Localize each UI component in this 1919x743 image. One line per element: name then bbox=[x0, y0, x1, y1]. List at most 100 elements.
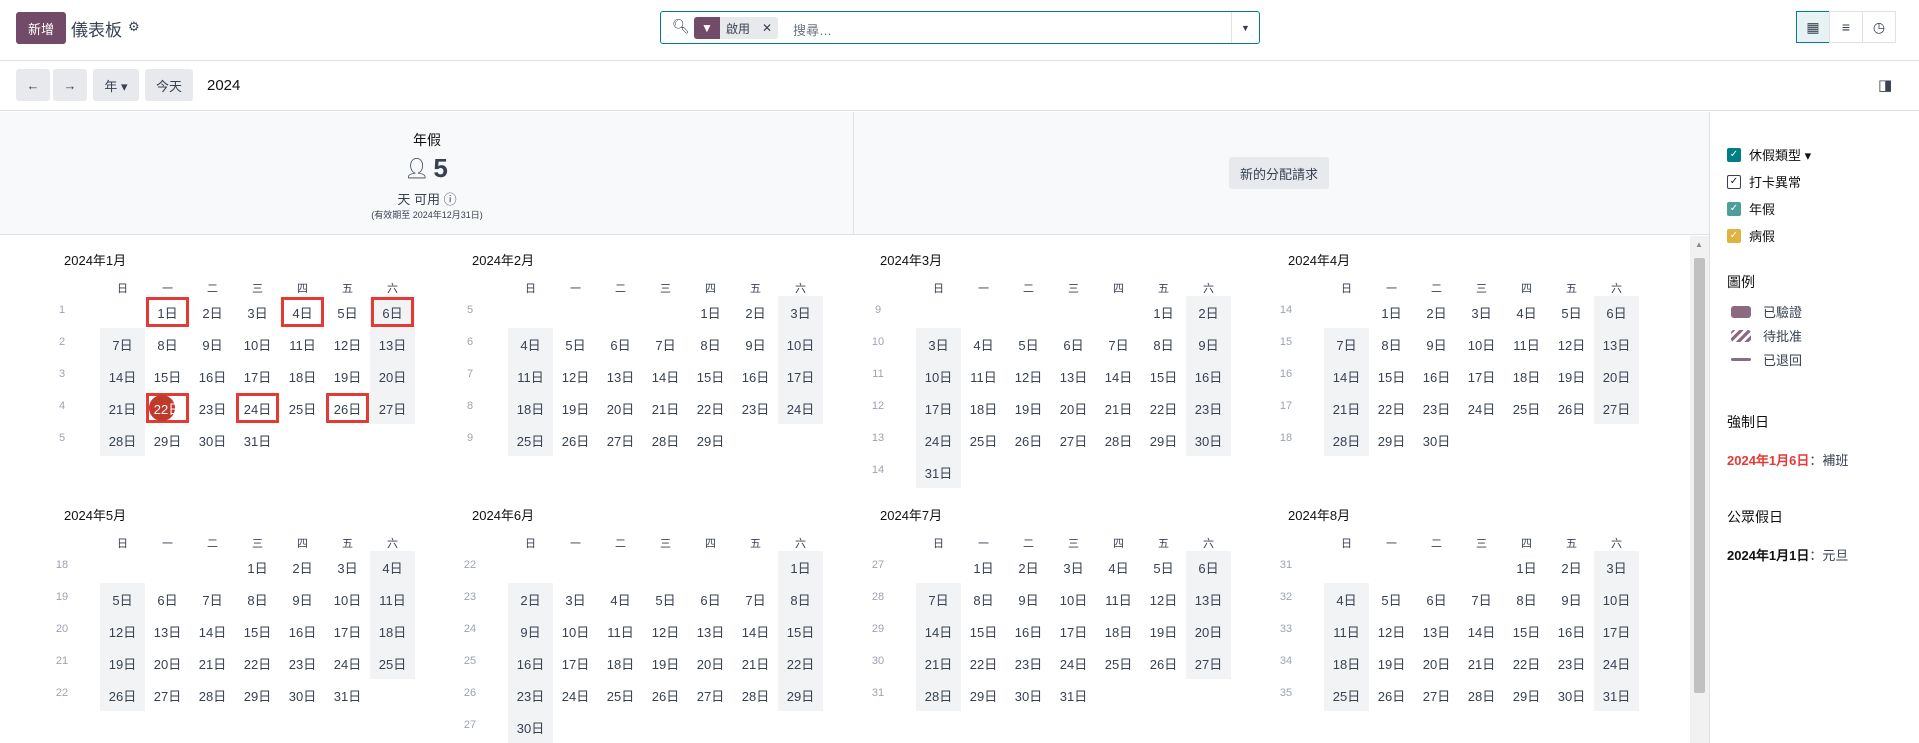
calendar-day[interactable]: 28日 bbox=[1324, 424, 1369, 456]
calendar-day[interactable]: 12日 bbox=[643, 615, 688, 647]
calendar-day[interactable]: 15日 bbox=[1141, 360, 1186, 392]
scroll-up-icon[interactable]: ▲ bbox=[1695, 240, 1703, 249]
calendar-day[interactable]: 8日 bbox=[688, 328, 733, 360]
calendar-day[interactable]: 13日 bbox=[1594, 328, 1639, 360]
calendar-day[interactable]: 22日 bbox=[1369, 392, 1414, 424]
calendar-day[interactable]: 10日 bbox=[778, 328, 823, 360]
search-facet[interactable]: ▼ 啟用 ✕ bbox=[694, 17, 779, 39]
calendar-day[interactable]: 11日 bbox=[1096, 583, 1141, 615]
calendar-day[interactable]: 31日 bbox=[916, 456, 961, 488]
calendar-day[interactable]: 28日 bbox=[916, 679, 961, 711]
calendar-day[interactable]: 29日 bbox=[688, 424, 733, 456]
calendar-day[interactable]: 21日 bbox=[100, 392, 145, 424]
calendar-day[interactable]: 2日 bbox=[1549, 551, 1594, 583]
calendar-day[interactable]: 12日 bbox=[1006, 360, 1051, 392]
calendar-day[interactable]: 6日 bbox=[1186, 551, 1231, 583]
calendar-day[interactable]: 15日 bbox=[1504, 615, 1549, 647]
calendar-day[interactable]: 26日 bbox=[1369, 679, 1414, 711]
calendar-day[interactable]: 13日 bbox=[145, 615, 190, 647]
calendar-day[interactable]: 9日 bbox=[1414, 328, 1459, 360]
calendar-day[interactable]: 27日 bbox=[1594, 392, 1639, 424]
calendar-day[interactable]: 20日 bbox=[370, 360, 415, 392]
calendar-day[interactable]: 25日 bbox=[370, 647, 415, 679]
calendar-day[interactable]: 30日 bbox=[190, 424, 235, 456]
calendar-day[interactable]: 2日 bbox=[1414, 296, 1459, 328]
calendar-day[interactable]: 10日 bbox=[916, 360, 961, 392]
calendar-day[interactable]: 7日 bbox=[1459, 583, 1504, 615]
calendar-day[interactable]: 6日 bbox=[370, 296, 415, 328]
calendar-day[interactable]: 10日 bbox=[1459, 328, 1504, 360]
calendar-day[interactable]: 16日 bbox=[190, 360, 235, 392]
calendar-day[interactable]: 7日 bbox=[1096, 328, 1141, 360]
calendar-day[interactable]: 18日 bbox=[1504, 360, 1549, 392]
calendar-day[interactable]: 26日 bbox=[1549, 392, 1594, 424]
calendar-day[interactable]: 16日 bbox=[1549, 615, 1594, 647]
calendar-day[interactable]: 1日 bbox=[961, 551, 1006, 583]
remove-facet-icon[interactable]: ✕ bbox=[762, 21, 772, 35]
calendar-day[interactable]: 19日 bbox=[1006, 392, 1051, 424]
calendar-day[interactable]: 10日 bbox=[325, 583, 370, 615]
calendar-day[interactable]: 28日 bbox=[1096, 424, 1141, 456]
calendar-day[interactable]: 24日 bbox=[553, 679, 598, 711]
calendar-day[interactable]: 7日 bbox=[916, 583, 961, 615]
calendar-day[interactable]: 19日 bbox=[100, 647, 145, 679]
calendar-day[interactable]: 31日 bbox=[235, 424, 280, 456]
calendar-day[interactable]: 3日 bbox=[916, 328, 961, 360]
calendar-day[interactable]: 13日 bbox=[1414, 615, 1459, 647]
calendar-day[interactable]: 29日 bbox=[778, 679, 823, 711]
calendar-day[interactable]: 2日 bbox=[190, 296, 235, 328]
calendar-day[interactable]: 21日 bbox=[1324, 392, 1369, 424]
calendar-day[interactable]: 16日 bbox=[508, 647, 553, 679]
search-dropdown-toggle[interactable]: ▼ bbox=[1231, 12, 1259, 43]
calendar-day[interactable]: 4日 bbox=[598, 583, 643, 615]
calendar-day[interactable]: 30日 bbox=[1186, 424, 1231, 456]
calendar-day[interactable]: 9日 bbox=[1186, 328, 1231, 360]
filter-attendance[interactable]: ✓ 打卡異常 bbox=[1727, 172, 1801, 191]
calendar-day[interactable]: 19日 bbox=[1141, 615, 1186, 647]
calendar-day[interactable]: 29日 bbox=[1504, 679, 1549, 711]
checkbox-icon[interactable]: ✓ bbox=[1727, 201, 1741, 216]
calendar-day[interactable]: 15日 bbox=[1369, 360, 1414, 392]
calendar-day[interactable]: 2日 bbox=[280, 551, 325, 583]
calendar-day[interactable]: 23日 bbox=[1549, 647, 1594, 679]
calendar-day[interactable]: 6日 bbox=[598, 328, 643, 360]
calendar-day[interactable]: 26日 bbox=[325, 392, 370, 424]
calendar-day[interactable]: 28日 bbox=[190, 679, 235, 711]
calendar-day[interactable]: 25日 bbox=[280, 392, 325, 424]
calendar-day[interactable]: 17日 bbox=[778, 360, 823, 392]
calendar-day[interactable]: 6日 bbox=[1414, 583, 1459, 615]
calendar-day[interactable]: 17日 bbox=[1594, 615, 1639, 647]
calendar-day[interactable]: 1日 bbox=[1369, 296, 1414, 328]
calendar-day[interactable]: 31日 bbox=[1594, 679, 1639, 711]
calendar-day[interactable]: 24日 bbox=[916, 424, 961, 456]
activity-view-icon[interactable]: ◷ bbox=[1862, 11, 1896, 43]
calendar-day[interactable]: 29日 bbox=[1369, 424, 1414, 456]
calendar-day[interactable]: 22日 bbox=[778, 647, 823, 679]
calendar-day[interactable]: 17日 bbox=[1051, 615, 1096, 647]
filter-leave-type[interactable]: ✓ 休假類型 ▾ bbox=[1727, 145, 1811, 164]
calendar-day[interactable]: 14日 bbox=[733, 615, 778, 647]
calendar-day[interactable]: 22日 bbox=[235, 647, 280, 679]
checkbox-icon[interactable]: ✓ bbox=[1727, 174, 1741, 189]
calendar-day[interactable]: 6日 bbox=[1594, 296, 1639, 328]
calendar-day[interactable]: 20日 bbox=[1051, 392, 1096, 424]
previous-arrow-icon[interactable]: ← bbox=[16, 69, 50, 101]
calendar-day[interactable]: 28日 bbox=[1459, 679, 1504, 711]
calendar-day[interactable]: 29日 bbox=[961, 679, 1006, 711]
calendar-day[interactable]: 23日 bbox=[280, 647, 325, 679]
calendar-day[interactable]: 14日 bbox=[190, 615, 235, 647]
calendar-day[interactable]: 26日 bbox=[100, 679, 145, 711]
calendar-day[interactable]: 14日 bbox=[1459, 615, 1504, 647]
calendar-day[interactable]: 3日 bbox=[1459, 296, 1504, 328]
calendar-day[interactable]: 3日 bbox=[325, 551, 370, 583]
calendar-day[interactable]: 22日 bbox=[1504, 647, 1549, 679]
calendar-day[interactable]: 27日 bbox=[1051, 424, 1096, 456]
calendar-day[interactable]: 18日 bbox=[370, 615, 415, 647]
calendar-day[interactable]: 7日 bbox=[190, 583, 235, 615]
calendar-day[interactable]: 4日 bbox=[280, 296, 325, 328]
calendar-day[interactable]: 16日 bbox=[1006, 615, 1051, 647]
calendar-day[interactable]: 17日 bbox=[1459, 360, 1504, 392]
checkbox-icon[interactable]: ✓ bbox=[1727, 147, 1741, 162]
calendar-day[interactable]: 5日 bbox=[1549, 296, 1594, 328]
calendar-day[interactable]: 20日 bbox=[688, 647, 733, 679]
